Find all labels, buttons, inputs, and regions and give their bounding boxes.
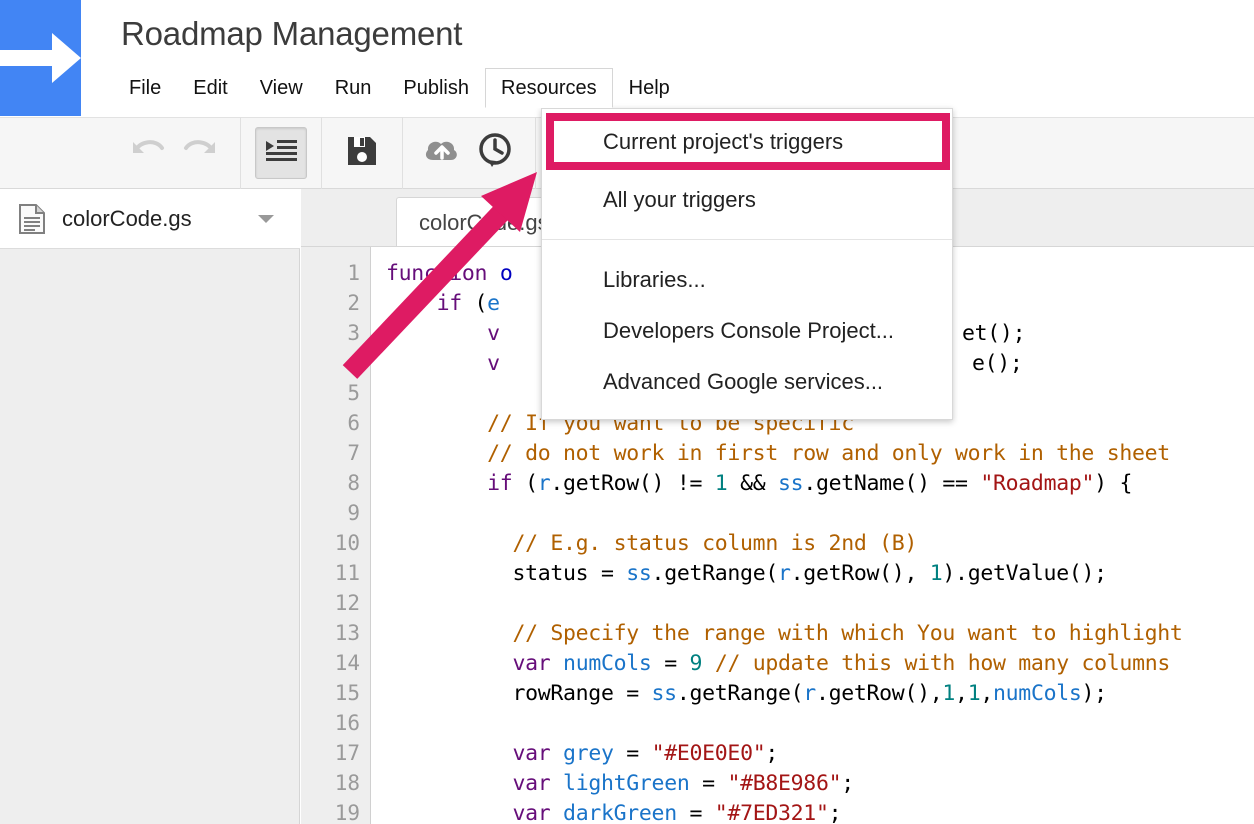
menu-item-current-project-triggers[interactable]: Current project's triggers	[546, 113, 950, 170]
line-number: 17	[334, 741, 360, 765]
floppy-disk-icon	[346, 135, 378, 172]
line-number-gutter: 1 2 3 4 5 6 7 8 9 10 11 12 13 14 15 16 1…	[301, 247, 371, 824]
code-line: e();	[972, 351, 1023, 376]
sidebar-file-label: colorCode.gs	[62, 205, 192, 231]
line-number: 12	[334, 591, 360, 615]
line-number: 11	[334, 561, 360, 585]
toolbar-left-spacer	[0, 117, 108, 189]
line-number: 7	[347, 441, 360, 465]
header-bar: Roadmap Management File Edit View Run Pu…	[0, 0, 1254, 117]
undo-button[interactable]	[122, 127, 174, 179]
menu-item-run[interactable]: Run	[319, 68, 388, 108]
line-number: 8	[347, 471, 360, 495]
line-number: 10	[334, 531, 360, 555]
line-number: 5	[347, 381, 360, 405]
apps-script-arrow-logo-icon	[0, 0, 81, 116]
line-number: 3	[347, 321, 360, 345]
menu-item-view[interactable]: View	[244, 68, 319, 108]
toolbar-group-deploy	[403, 117, 536, 189]
menu-item-help[interactable]: Help	[613, 68, 686, 108]
menu-item-developers-console-project[interactable]: Developers Console Project...	[542, 305, 952, 356]
line-number: 19	[334, 801, 360, 824]
dropdown-separator	[542, 239, 952, 240]
menu-item-libraries[interactable]: Libraries...	[542, 254, 952, 305]
menu-item-publish[interactable]: Publish	[387, 68, 485, 108]
toolbar-group-format	[241, 117, 322, 189]
code-line: et();	[962, 321, 1026, 346]
line-number: 15	[334, 681, 360, 705]
code-line: // Specify the range with which You want…	[386, 621, 1183, 646]
line-number: 6	[347, 411, 360, 435]
file-sidebar: colorCode.gs	[0, 189, 300, 824]
code-line: function o	[386, 261, 513, 286]
menu-bar: File Edit View Run Publish Resources Hel…	[113, 68, 686, 108]
code-line: v	[487, 321, 500, 346]
resources-dropdown-menu: Current project's triggers All your trig…	[541, 108, 953, 420]
format-code-button[interactable]	[255, 127, 307, 179]
chevron-down-icon[interactable]	[258, 214, 274, 223]
undo-icon	[130, 136, 166, 171]
line-number: 2	[347, 291, 360, 315]
line-number: 9	[347, 501, 360, 525]
code-line: if (r.getRow() != 1 && ss.getName() == "…	[487, 471, 1145, 496]
publish-button[interactable]	[417, 127, 469, 179]
code-line: var lightGreen = "#B8E986";	[512, 771, 854, 796]
sidebar-file-item-colorcode[interactable]: colorCode.gs	[0, 189, 300, 249]
menu-item-all-your-triggers[interactable]: All your triggers	[542, 174, 952, 225]
code-line: v	[487, 351, 500, 376]
save-button[interactable]	[336, 127, 388, 179]
redo-button[interactable]	[174, 127, 226, 179]
toolbar-group-history	[108, 117, 241, 189]
line-number: 14	[334, 651, 360, 675]
page-title: Roadmap Management	[121, 15, 463, 52]
menu-item-resources[interactable]: Resources	[485, 68, 613, 108]
line-number: 4	[347, 351, 360, 375]
clock-history-icon	[478, 132, 512, 174]
menu-item-advanced-google-services[interactable]: Advanced Google services...	[542, 356, 952, 407]
version-history-button[interactable]	[469, 127, 521, 179]
line-number: 1	[347, 261, 360, 285]
code-line: rowRange = ss.getRange(r.getRow(),1,1,nu…	[386, 681, 1107, 706]
cloud-upload-icon	[423, 136, 463, 171]
code-line: status = ss.getRange(r.getRow(), 1).getV…	[386, 561, 1107, 586]
indent-lines-icon	[265, 137, 297, 170]
code-line: // E.g. status column is 2nd (B)	[386, 531, 918, 556]
line-number: 16	[334, 711, 360, 735]
code-line: var grey = "#E0E0E0";	[512, 741, 779, 766]
line-number: 13	[334, 621, 360, 645]
line-number: 18	[334, 771, 360, 795]
apps-script-editor-window: Roadmap Management File Edit View Run Pu…	[0, 0, 1254, 824]
code-line: var numCols = 9 // update this with how …	[512, 651, 1171, 676]
toolbar-group-save	[322, 117, 403, 189]
code-line: // do not work in first row and only wor…	[386, 441, 1170, 466]
menu-item-edit[interactable]: Edit	[177, 68, 243, 108]
code-line: var darkGreen = "#7ED321";	[512, 801, 842, 824]
script-file-icon	[18, 203, 46, 234]
redo-icon	[182, 136, 218, 171]
code-line: if (e	[436, 291, 501, 316]
menu-item-file[interactable]: File	[113, 68, 177, 108]
